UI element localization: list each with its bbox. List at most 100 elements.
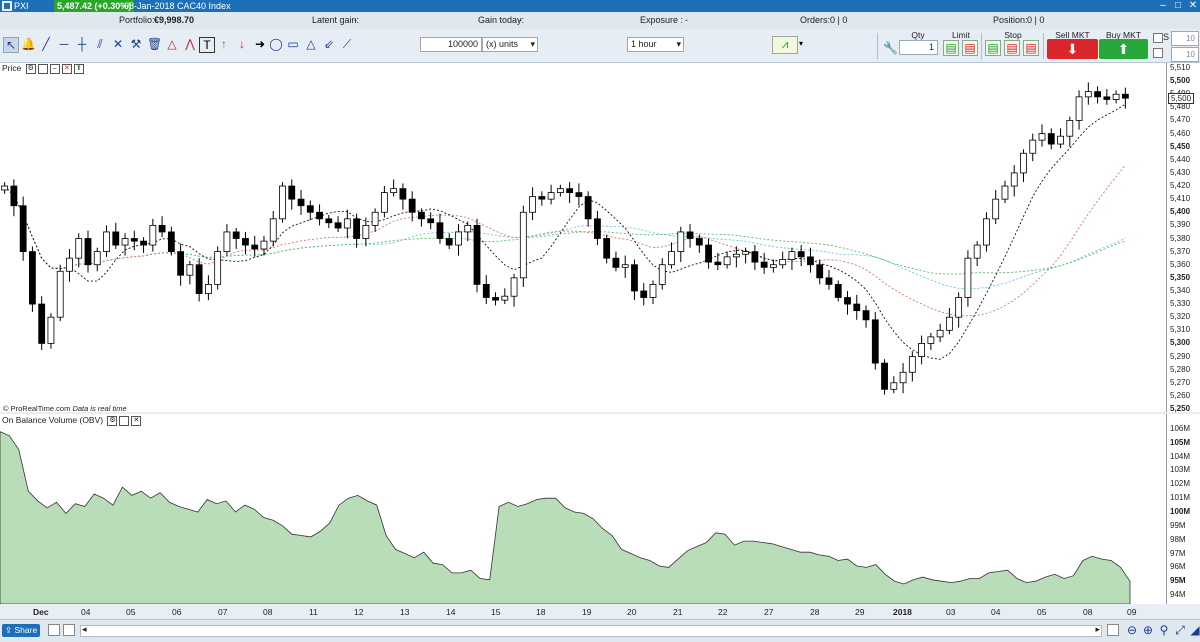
candle[interactable]: [936, 329, 944, 338]
candle[interactable]: [445, 238, 453, 246]
text-icon[interactable]: T: [199, 37, 215, 53]
candle[interactable]: [38, 303, 46, 344]
buy-mkt-button[interactable]: ⬆: [1099, 39, 1148, 59]
qty-input[interactable]: 1: [899, 40, 938, 55]
candle[interactable]: [1020, 152, 1027, 174]
candle[interactable]: [955, 297, 963, 318]
layout-icon[interactable]: [63, 624, 75, 636]
candle[interactable]: [1094, 91, 1101, 98]
candle[interactable]: [297, 198, 305, 207]
pen-icon[interactable]: ⟋: [340, 37, 354, 51]
close-icon[interactable]: ✕: [1186, 0, 1200, 12]
share-button[interactable]: ⇪ Share: [2, 624, 41, 637]
candle[interactable]: [121, 238, 129, 246]
stop-checkbox[interactable]: [1153, 33, 1163, 43]
candle[interactable]: [260, 240, 268, 250]
candle[interactable]: [1084, 91, 1092, 98]
up-arrow-icon[interactable]: ↑: [217, 37, 231, 51]
candle[interactable]: [288, 185, 296, 200]
candle[interactable]: [195, 264, 203, 294]
candle[interactable]: [242, 238, 249, 246]
candle[interactable]: [1029, 139, 1037, 154]
p-input[interactable]: 10: [1171, 47, 1199, 62]
candle[interactable]: [279, 185, 286, 220]
candle[interactable]: [742, 251, 750, 255]
candle[interactable]: [214, 251, 222, 285]
measure-icon[interactable]: ⇙: [322, 37, 336, 51]
candle[interactable]: [779, 259, 787, 266]
candle[interactable]: [816, 264, 824, 279]
cursor-icon[interactable]: ↖: [3, 37, 19, 53]
candle[interactable]: [418, 211, 425, 220]
candle[interactable]: [788, 251, 796, 260]
candle[interactable]: [399, 188, 407, 200]
fibonacci-icon[interactable]: △: [165, 37, 179, 51]
down-arrow-icon[interactable]: ↓: [235, 37, 249, 51]
candle[interactable]: [316, 211, 323, 220]
candle[interactable]: [1066, 120, 1074, 137]
candle[interactable]: [983, 218, 990, 246]
scroll-left-icon[interactable]: ◂: [82, 624, 87, 635]
candle[interactable]: [834, 284, 842, 298]
chevron-down-icon[interactable]: ▾: [797, 37, 805, 51]
candle[interactable]: [140, 240, 147, 246]
candle[interactable]: [380, 192, 388, 213]
candle[interactable]: [945, 316, 953, 331]
candle[interactable]: [158, 224, 166, 233]
candle[interactable]: [890, 382, 898, 390]
candle[interactable]: [640, 290, 648, 298]
obv-chart[interactable]: [0, 414, 1166, 604]
candle[interactable]: [75, 238, 83, 259]
candle[interactable]: [1010, 172, 1018, 187]
candle[interactable]: [427, 218, 435, 224]
candle[interactable]: [251, 244, 259, 250]
s-input[interactable]: 10: [1171, 31, 1199, 46]
candle[interactable]: [714, 261, 722, 266]
fan-icon[interactable]: ✕: [111, 37, 125, 51]
candle[interactable]: [492, 297, 499, 301]
candle[interactable]: [575, 192, 583, 197]
snapshot-icon[interactable]: [48, 624, 60, 636]
candle[interactable]: [899, 371, 907, 384]
zoom-in-icon[interactable]: ⊕: [1141, 623, 1155, 637]
wrench-icon[interactable]: 🔧: [883, 41, 898, 55]
candle[interactable]: [649, 284, 657, 298]
candle[interactable]: [881, 362, 888, 390]
candle[interactable]: [1047, 133, 1055, 145]
timeframe-select[interactable]: 1 hour: [627, 37, 684, 52]
fit-icon[interactable]: [1107, 624, 1119, 636]
candle[interactable]: [519, 211, 527, 279]
candle[interactable]: [390, 188, 398, 193]
candle[interactable]: [862, 310, 870, 321]
orders-value[interactable]: 0 | 0: [830, 15, 847, 25]
profit-checkbox[interactable]: [1153, 48, 1163, 58]
window-icon[interactable]: [119, 415, 130, 426]
candle[interactable]: [112, 231, 120, 246]
candle[interactable]: [871, 319, 879, 364]
candle[interactable]: [334, 222, 342, 229]
wrench-icon[interactable]: ⚙: [25, 63, 36, 74]
candle[interactable]: [603, 238, 611, 259]
candle[interactable]: [306, 205, 314, 213]
window-icon[interactable]: [37, 63, 48, 74]
candle[interactable]: [1, 185, 9, 191]
price-chart-panel[interactable]: Price ⚙ – ✕ ⬆ © ProRealTime.com Data is rea…: [0, 63, 1166, 413]
candle[interactable]: [1001, 185, 1009, 200]
candle[interactable]: [973, 244, 981, 259]
candle[interactable]: [1038, 133, 1046, 141]
candle[interactable]: [1121, 93, 1129, 99]
candle[interactable]: [686, 231, 694, 239]
candle[interactable]: [621, 264, 629, 268]
channel-icon[interactable]: ⫽: [93, 37, 107, 51]
candle[interactable]: [964, 257, 972, 298]
scroll-right-icon[interactable]: ▸: [1095, 624, 1100, 635]
close-panel-icon[interactable]: ✕: [131, 415, 142, 426]
candle[interactable]: [84, 238, 92, 266]
close-panel-icon[interactable]: ✕: [61, 63, 72, 74]
candle[interactable]: [797, 251, 805, 258]
minimize-icon[interactable]: –: [1156, 0, 1170, 12]
candle[interactable]: [205, 284, 212, 294]
rectangle-icon[interactable]: ▭: [286, 37, 300, 51]
candle[interactable]: [362, 224, 370, 239]
vertical-line-icon[interactable]: ┼: [75, 37, 89, 51]
